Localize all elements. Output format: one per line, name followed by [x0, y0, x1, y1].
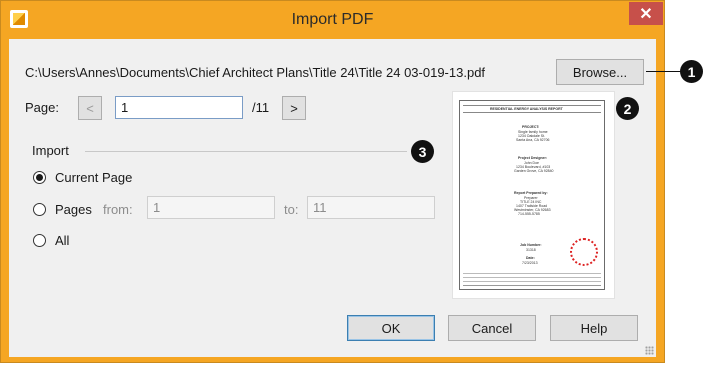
doc-line-text: Santa Ana, CA 92706: [516, 138, 550, 142]
pdf-preview: RESIDENTIAL ENERGY ANALYSIS REPORT PROJE…: [452, 91, 615, 299]
doc-footer-rule: [463, 281, 601, 282]
radio-all[interactable]: [33, 234, 46, 247]
callout-3-marker: 3: [411, 140, 434, 163]
doc-date-value: 7/23/2013: [522, 261, 538, 265]
dialog-title: Import PDF: [291, 11, 374, 28]
next-page-button[interactable]: >: [282, 96, 306, 120]
doc-rule: [463, 105, 601, 106]
page-label: Page:: [25, 100, 59, 115]
preview-page-thumbnail: RESIDENTIAL ENERGY ANALYSIS REPORT PROJE…: [459, 100, 605, 290]
radio-all-label[interactable]: All: [55, 233, 69, 248]
doc-project-label: PROJECT:: [522, 125, 540, 129]
file-path: C:\Users\Annes\Documents\Chief Architect…: [25, 65, 486, 80]
doc-preparer-label: Report Prepared by:: [514, 191, 548, 195]
from-page-input[interactable]: 1: [147, 196, 275, 219]
radio-pages[interactable]: [33, 203, 46, 216]
prev-page-button[interactable]: <: [78, 96, 102, 120]
close-button[interactable]: ✕: [629, 2, 663, 25]
resize-grip-icon[interactable]: [645, 346, 654, 355]
doc-line-text: Garden Grove, CA 92840: [514, 169, 554, 173]
callout-2-marker: 2: [616, 97, 639, 120]
callout-1-marker: 1: [680, 60, 703, 83]
import-group-title: Import: [32, 143, 69, 158]
doc-date-label: Date:: [526, 256, 535, 260]
browse-button[interactable]: Browse...: [556, 59, 644, 85]
doc-rule: [463, 112, 601, 113]
doc-job-value: 31318: [526, 248, 536, 252]
page-number-input[interactable]: 1: [115, 96, 243, 119]
to-label: to:: [284, 202, 299, 217]
doc-designer-label: Project Designer:: [518, 156, 547, 160]
title-bar[interactable]: Import PDF ✕: [1, 1, 664, 39]
from-label: from:: [103, 202, 133, 217]
page-total: /11: [252, 100, 270, 115]
to-page-input[interactable]: 11: [307, 196, 435, 219]
callout-1-leader: [646, 71, 682, 72]
import-group-divider: [85, 151, 407, 152]
doc-footer-rule: [463, 277, 601, 278]
doc-header: RESIDENTIAL ENERGY ANALYSIS REPORT: [490, 107, 563, 111]
help-button[interactable]: Help: [550, 315, 638, 341]
doc-line-text: 714-555-5785: [518, 212, 540, 216]
stamp-seal: [570, 238, 598, 266]
radio-pages-label[interactable]: Pages: [55, 202, 92, 217]
radio-current-page-label[interactable]: Current Page: [55, 170, 132, 185]
ok-button[interactable]: OK: [347, 315, 435, 341]
radio-current-page[interactable]: [33, 171, 46, 184]
cancel-button[interactable]: Cancel: [448, 315, 536, 341]
doc-job-label: Job Number:: [520, 243, 542, 247]
doc-footer-rule: [463, 285, 601, 286]
doc-footer-rule: [463, 273, 601, 274]
